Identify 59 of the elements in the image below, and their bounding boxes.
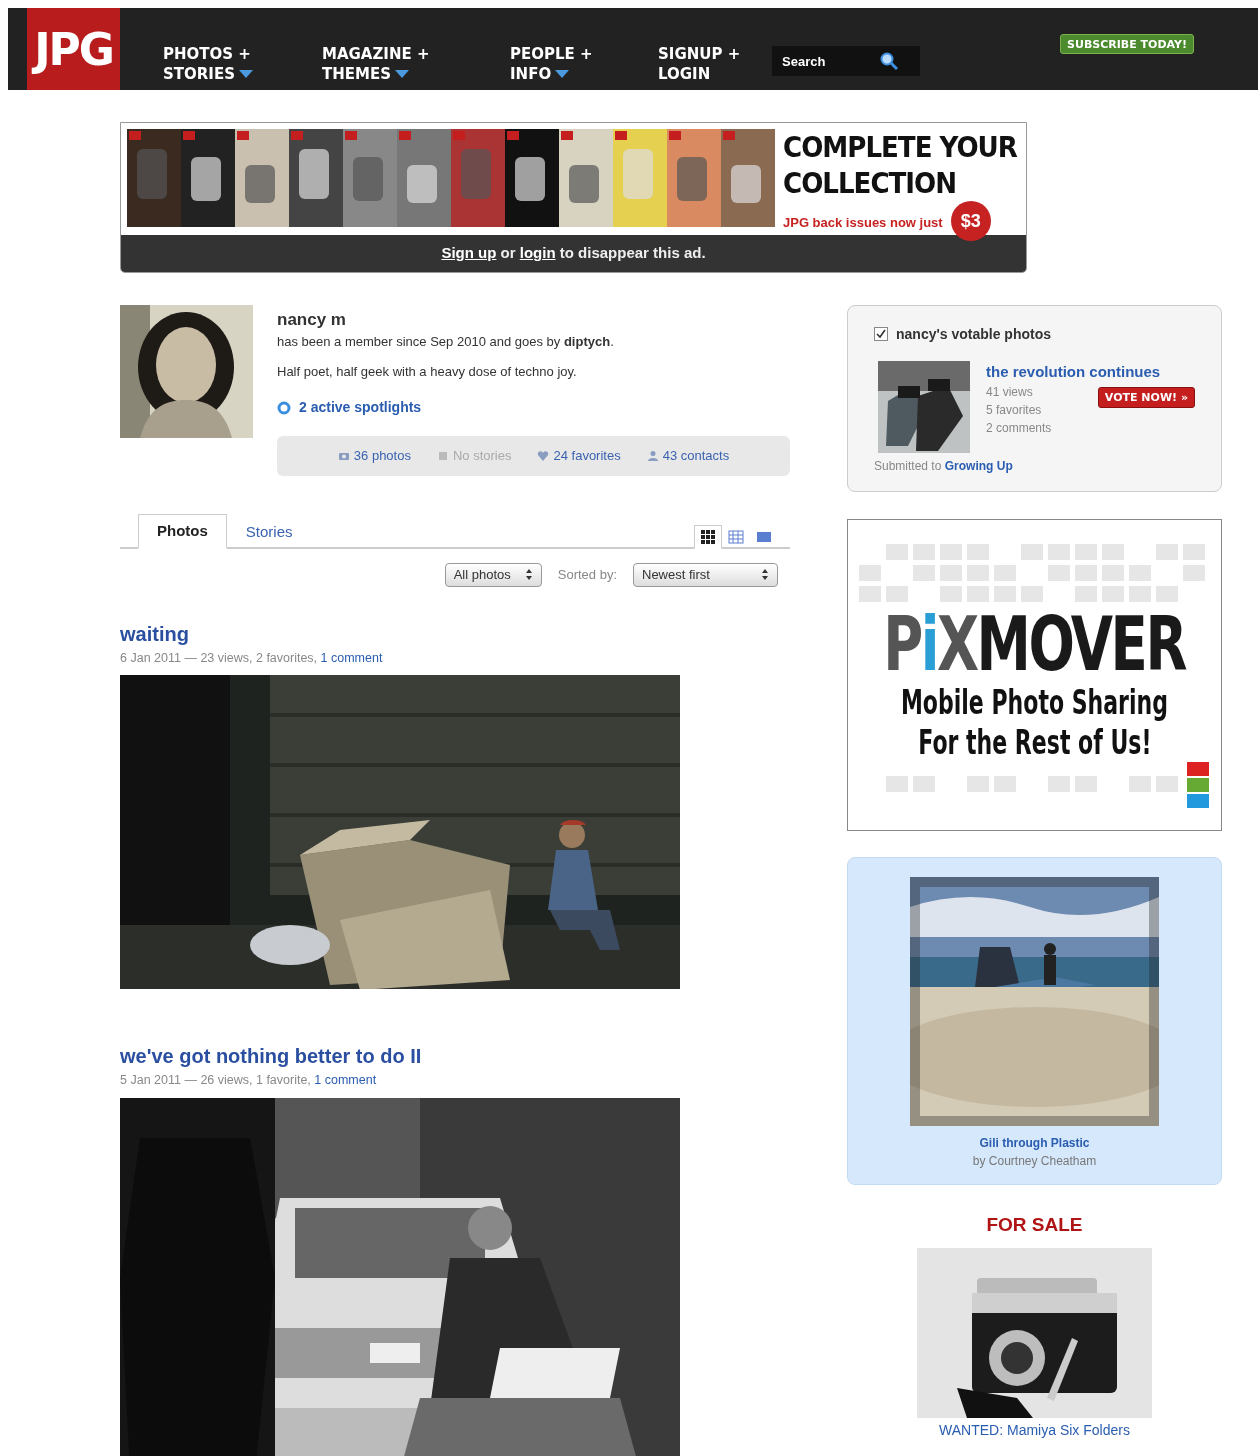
- vote-button[interactable]: VOTE NOW! »: [1097, 387, 1195, 408]
- nav-menu[interactable]: SIGNUP + LOGIN: [658, 8, 748, 90]
- ring-icon: [277, 400, 291, 415]
- user-bio: Half poet, half geek with a heavy dose of techno joy.: [277, 362, 578, 381]
- sort-label: Sorted by:: [557, 566, 617, 584]
- section-heading: FOR SALE: [985, 1213, 1084, 1237]
- stat-link[interactable]: 24 favorites: [553, 446, 621, 466]
- photo-stat: 5 favorites: [986, 402, 1043, 419]
- tab[interactable]: Stories: [226, 514, 312, 549]
- comments-link[interactable]: 1 comment: [314, 1073, 377, 1088]
- updown-icon: [524, 568, 533, 582]
- stat-link[interactable]: 43 contacts: [662, 446, 730, 466]
- search-field[interactable]: Search: [772, 46, 920, 76]
- checkbox[interactable]: [874, 327, 888, 341]
- ad-tagline: Mobile Photo Sharing: [900, 681, 1169, 722]
- nav-menu[interactable]: PEOPLE + INFO: [510, 8, 600, 90]
- member-info: has been a member since Sep 2010 and goes by diptych.: [277, 333, 615, 351]
- panel-title: nancy's votable photos: [896, 324, 1052, 344]
- user-name: nancy m: [277, 308, 347, 331]
- ad-headline: COLLECTION: [783, 165, 958, 201]
- nav-menu[interactable]: PHOTOS + STORIES: [163, 8, 258, 90]
- submitted-note: Submitted to Growing Up: [874, 457, 1014, 475]
- group-link[interactable]: Growing Up: [944, 458, 1013, 473]
- comments-link[interactable]: 1 comment: [320, 650, 383, 665]
- photo-credit: by Courtney Cheatham: [971, 1153, 1098, 1170]
- subscribe-button[interactable]: SUBSCRIBE TODAY!: [1060, 34, 1194, 54]
- search-icon[interactable]: [880, 52, 898, 70]
- text-link[interactable]: Sign up: [441, 244, 497, 261]
- search-input[interactable]: Search: [780, 52, 880, 70]
- tab[interactable]: Photos: [138, 513, 227, 549]
- person-icon: [646, 449, 659, 462]
- text-link[interactable]: login: [519, 244, 556, 261]
- grid-view-icon[interactable]: [694, 525, 722, 549]
- stat-link[interactable]: 36 photos: [353, 446, 411, 466]
- photo-title[interactable]: the revolution continues: [986, 362, 1161, 380]
- ad-headline: COMPLETE YOUR: [783, 129, 1018, 165]
- photo-meta: 5 Jan 2011 — 26 views, 1 favorite, 1 comment: [120, 1072, 378, 1090]
- photo-title[interactable]: Gili through Plastic: [979, 1133, 1090, 1152]
- photo-title[interactable]: waiting: [120, 622, 189, 645]
- ad-notice: Sign up or login to disappear this ad.: [121, 235, 1026, 272]
- ad-tagline: For the Rest of Us!: [917, 721, 1152, 762]
- listing-link[interactable]: WANTED: Mamiya Six Folders: [847, 1421, 1222, 1438]
- ad-logo: PiXMOVER: [883, 605, 1186, 682]
- sort-dropdown[interactable]: Newest first: [633, 563, 778, 587]
- heart-icon: [537, 449, 550, 462]
- nav-menu[interactable]: MAGAZINE + THEMES: [322, 8, 437, 90]
- photo-title[interactable]: we've got nothing better to do II: [120, 1045, 422, 1068]
- square-icon: [436, 449, 449, 462]
- stat-link: No stories: [452, 447, 512, 465]
- filter-dropdown[interactable]: All photos: [444, 563, 542, 587]
- photo-meta: 6 Jan 2011 — 23 views, 2 favorites, 1 comment: [120, 649, 384, 667]
- price-badge: $3: [950, 201, 991, 241]
- spotlights-link[interactable]: 2 active spotlights: [299, 397, 422, 418]
- photo-stat: 2 comments: [986, 420, 1052, 437]
- photo-stat: 41 views: [986, 384, 1034, 401]
- ad-banner[interactable]: PiXMOVER Mobile Photo Sharing For the Rest of Us!: [847, 518, 1222, 831]
- logo[interactable]: JPG: [27, 8, 120, 90]
- ad-subline: JPG back issues now just: [783, 214, 943, 233]
- updown-icon: [761, 568, 769, 582]
